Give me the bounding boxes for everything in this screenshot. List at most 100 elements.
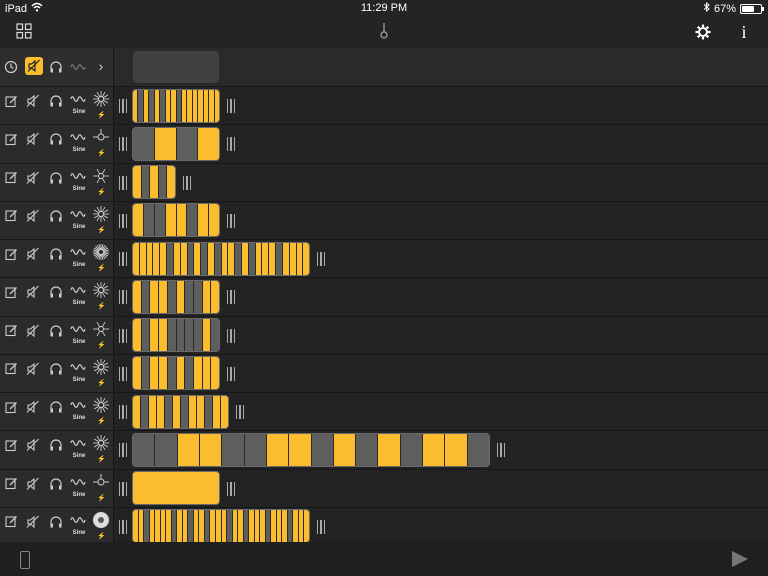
step-cell[interactable]: [133, 242, 140, 275]
pattern-end-handle[interactable]: [227, 137, 235, 152]
step-cell[interactable]: [194, 242, 202, 275]
step-cell[interactable]: [153, 242, 161, 275]
step-cell[interactable]: [266, 433, 290, 466]
pattern-start-handle[interactable]: [119, 213, 127, 228]
step-cell[interactable]: [189, 395, 197, 428]
step-cell[interactable]: [133, 357, 142, 390]
step-cell[interactable]: [202, 280, 212, 313]
step-cell[interactable]: [141, 280, 151, 313]
headphones-icon[interactable]: [48, 246, 64, 262]
step-cell[interactable]: [244, 433, 267, 466]
step-cell[interactable]: [133, 127, 155, 160]
pattern-end-handle[interactable]: [227, 290, 235, 305]
headphones-icon[interactable]: [48, 437, 64, 453]
step-cell[interactable]: [173, 395, 181, 428]
pattern-end-handle[interactable]: [317, 519, 325, 534]
step-cell[interactable]: [202, 319, 212, 351]
step-cell[interactable]: [141, 166, 151, 198]
waveform-selector[interactable]: Sine: [70, 322, 88, 345]
pattern-start-handle[interactable]: [119, 519, 127, 534]
edit-icon[interactable]: [3, 323, 19, 339]
step-pattern[interactable]: [132, 356, 220, 391]
edit-icon[interactable]: [3, 437, 19, 453]
sparkle-icon[interactable]: [92, 320, 110, 338]
headphones-icon[interactable]: [48, 284, 64, 300]
chevron-right-icon[interactable]: ›: [93, 58, 109, 74]
step-cell[interactable]: [159, 319, 168, 351]
step-cell[interactable]: [167, 166, 175, 198]
step-pattern[interactable]: [132, 394, 229, 429]
step-cell[interactable]: [165, 395, 173, 428]
headphones-icon[interactable]: [48, 323, 64, 339]
step-cell[interactable]: [167, 280, 177, 313]
step-cell[interactable]: [158, 166, 168, 198]
headphones-icon[interactable]: [48, 476, 64, 492]
step-cell[interactable]: [209, 204, 219, 237]
burst-icon[interactable]: [92, 205, 110, 223]
step-pattern[interactable]: [132, 279, 220, 314]
mute-icon[interactable]: [25, 476, 41, 492]
pin-icon[interactable]: [92, 473, 110, 491]
step-cell[interactable]: [149, 395, 157, 428]
step-cell[interactable]: [311, 433, 334, 466]
pattern-end-handle[interactable]: [227, 481, 235, 496]
step-cell[interactable]: [221, 242, 229, 275]
gear-icon[interactable]: [692, 21, 714, 43]
headphones-icon[interactable]: [48, 208, 64, 224]
play-icon[interactable]: [730, 550, 750, 573]
step-cell[interactable]: [304, 510, 309, 543]
mute-icon[interactable]: [25, 437, 41, 453]
burst-icon[interactable]: [92, 90, 110, 108]
step-cell[interactable]: [201, 242, 208, 275]
step-cell[interactable]: [160, 242, 168, 275]
edit-icon[interactable]: [3, 93, 19, 109]
step-cell[interactable]: [221, 395, 228, 428]
pattern-start-handle[interactable]: [119, 405, 127, 419]
burst-icon[interactable]: [92, 358, 110, 376]
step-cell[interactable]: [211, 280, 219, 313]
pattern-end-handle[interactable]: [227, 213, 235, 228]
headphones-icon[interactable]: [48, 131, 64, 147]
waveform-selector[interactable]: Sine: [70, 475, 88, 498]
step-pattern[interactable]: [132, 471, 220, 505]
step-cell[interactable]: [133, 395, 141, 428]
step-cell[interactable]: [133, 280, 142, 313]
headphones-icon[interactable]: [48, 93, 64, 109]
waveform-selector[interactable]: Sine: [70, 513, 88, 536]
step-cell[interactable]: [193, 280, 203, 313]
step-cell[interactable]: [276, 242, 283, 275]
waveform-selector[interactable]: Sine: [70, 360, 88, 383]
sparkle-icon[interactable]: [92, 167, 110, 185]
step-cell[interactable]: [356, 433, 379, 466]
mute-icon[interactable]: [25, 246, 41, 262]
pattern-start-handle[interactable]: [119, 328, 127, 343]
step-cell[interactable]: [154, 204, 166, 237]
mute-icon[interactable]: [25, 208, 41, 224]
step-cell[interactable]: [173, 242, 181, 275]
mute-icon[interactable]: [25, 323, 41, 339]
info-button[interactable]: i: [734, 21, 754, 43]
step-cell[interactable]: [176, 280, 186, 313]
waveform-selector[interactable]: Sine: [70, 398, 88, 421]
step-cell[interactable]: [167, 242, 174, 275]
mute-icon[interactable]: [25, 170, 41, 186]
waveform-selector[interactable]: Sine: [70, 207, 88, 230]
step-cell[interactable]: [228, 242, 236, 275]
pattern-start-handle[interactable]: [119, 175, 127, 190]
step-cell[interactable]: [467, 433, 489, 466]
step-cell[interactable]: [133, 319, 142, 351]
step-pattern[interactable]: [132, 165, 176, 199]
waveform-selector[interactable]: Sine: [70, 245, 88, 268]
step-cell[interactable]: [146, 242, 154, 275]
step-cell[interactable]: [207, 242, 215, 275]
step-pattern[interactable]: [132, 241, 310, 276]
clock-icon[interactable]: [3, 59, 19, 75]
step-cell[interactable]: [150, 357, 160, 390]
step-cell[interactable]: [159, 280, 168, 313]
edit-icon[interactable]: [3, 476, 19, 492]
step-cell[interactable]: [167, 357, 177, 390]
burst-icon[interactable]: [92, 434, 110, 452]
edit-icon[interactable]: [3, 284, 19, 300]
mute-icon[interactable]: [25, 514, 41, 530]
step-cell[interactable]: [176, 319, 186, 351]
